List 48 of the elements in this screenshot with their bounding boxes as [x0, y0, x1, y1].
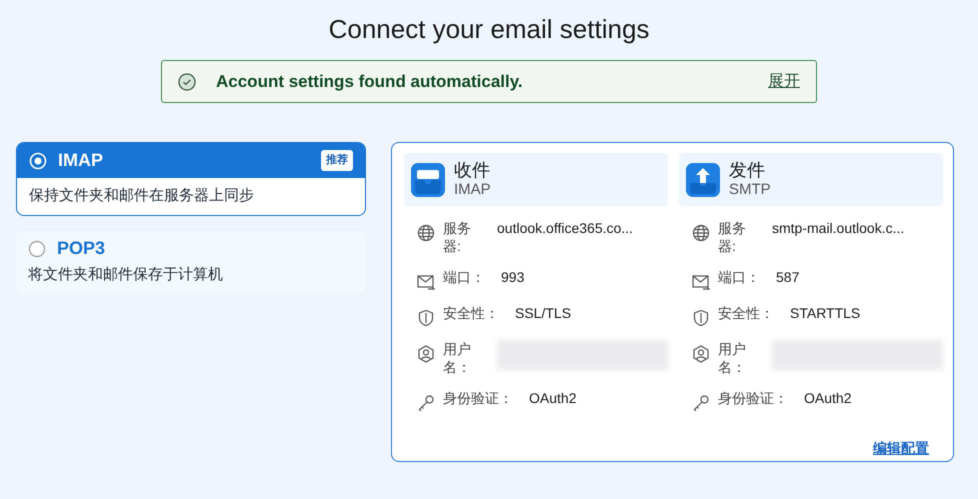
field-label: 用户名： [718, 340, 747, 376]
shield-icon [692, 309, 710, 327]
field-value: OAuth2 [804, 389, 852, 407]
field-label: 身份验证： [443, 389, 513, 407]
upload-tray-icon [686, 162, 720, 196]
envelope-arrow-icon [417, 273, 435, 291]
field-value: STARTTLS [790, 304, 860, 322]
globe-icon [692, 224, 710, 242]
key-icon [692, 394, 710, 412]
shield-icon [417, 309, 435, 327]
radio-empty-icon [28, 240, 46, 258]
server-title: 收件 [454, 160, 491, 180]
field-value: smtp-mail.outlook.c... [772, 219, 904, 237]
radio-selected-icon [29, 152, 47, 170]
server-protocol: IMAP [454, 180, 491, 200]
key-icon [417, 394, 435, 412]
field-label: 端口： [718, 268, 760, 286]
field-label: 端口： [443, 268, 485, 286]
field-value: OAuth2 [529, 389, 576, 407]
field-value: 993 [501, 268, 524, 286]
expand-link[interactable]: 展开 [768, 70, 800, 94]
check-circle-icon [178, 72, 196, 90]
protocol-description: 保持文件夹和邮件在服务器上同步 [28, 186, 255, 206]
banner-message: Account settings found automatically. [216, 70, 523, 93]
protocol-option[interactable]: IMAP 推荐 保持文件夹和邮件在服务器上同步 [16, 142, 366, 216]
field-label: 安全性： [443, 304, 499, 322]
protocol-name: POP3 [57, 237, 106, 260]
protocol-option[interactable]: POP3 将文件夹和邮件保存于计算机 [16, 230, 366, 294]
user-hexagon-icon [692, 345, 710, 363]
field-value: 587 [776, 268, 800, 286]
inbox-tray-icon [411, 162, 445, 196]
field-value: SSL/TLS [515, 304, 572, 322]
protocol-name: IMAP [58, 149, 103, 172]
field-value: outlook.office365.co... [497, 219, 633, 237]
recommended-badge: 推荐 [321, 150, 353, 171]
page-title: Connect your email settings [328, 13, 650, 46]
server-title: 发件 [729, 160, 766, 180]
user-hexagon-icon [417, 345, 435, 363]
field-label: 身份验证： [718, 389, 788, 407]
field-label: 服务器: [718, 219, 747, 255]
globe-icon [417, 224, 435, 242]
field-label: 服务器: [443, 219, 472, 255]
edit-config-link[interactable]: 编辑配置 [873, 438, 929, 459]
server-protocol: SMTP [729, 180, 771, 200]
field-label: 用户名： [443, 340, 472, 376]
protocol-description: 将文件夹和邮件保存于计算机 [27, 264, 224, 284]
envelope-arrow-icon [692, 273, 710, 291]
field-label: 安全性： [718, 304, 774, 322]
